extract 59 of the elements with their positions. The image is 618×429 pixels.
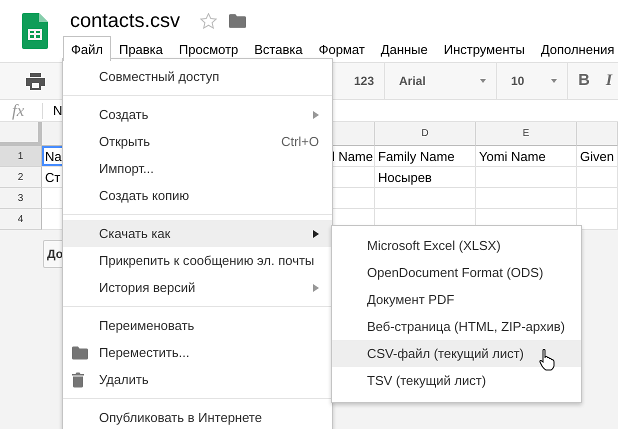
row-header[interactable]: 3 xyxy=(0,188,42,209)
pointer-cursor-icon xyxy=(539,349,555,371)
menu-item[interactable]: TSV (текущий лист) xyxy=(332,367,581,394)
table-cell: Given xyxy=(577,146,618,167)
menu-bar-item[interactable]: Вставка xyxy=(246,36,311,61)
menu-item[interactable]: CSV-файл (текущий лист) xyxy=(332,340,581,367)
number-format-dropdown[interactable]: 123 xyxy=(340,68,384,94)
table-cell xyxy=(577,188,618,209)
column-header[interactable] xyxy=(332,122,375,146)
menu-item[interactable]: Microsoft Excel (XLSX) xyxy=(332,232,581,259)
menu-item[interactable]: Открыть Ctrl+O xyxy=(63,128,332,155)
font-dropdown[interactable]: Arial xyxy=(385,68,496,94)
menu-item[interactable]: Совместный доступ xyxy=(63,63,332,90)
menu-item[interactable]: OpenDocument Format (ODS) xyxy=(332,259,581,286)
spreadsheet-logo-icon[interactable] xyxy=(22,13,48,49)
folder-icon xyxy=(72,346,88,359)
menu-bar-item[interactable]: Данные xyxy=(372,36,436,61)
menu-bar-item[interactable]: Инструменты xyxy=(436,36,533,61)
menu-item[interactable]: Скачать как xyxy=(63,220,332,247)
menu-item[interactable]: Переместить... xyxy=(63,339,332,366)
menu-bar-item[interactable]: Дополнения xyxy=(532,36,618,61)
trash-icon xyxy=(72,372,84,387)
row-header[interactable]: 4 xyxy=(0,209,42,230)
table-cell: Yomi Name xyxy=(476,146,577,167)
row-header[interactable]: 2 xyxy=(0,167,42,188)
shortcut-label: Ctrl+O xyxy=(281,134,319,149)
menu-item[interactable]: Удалить xyxy=(63,366,332,393)
formula-label: fx xyxy=(0,102,43,118)
formula-field[interactable]: N xyxy=(43,103,62,118)
column-header[interactable] xyxy=(577,122,618,146)
font-size-dropdown[interactable]: 10 xyxy=(497,68,567,94)
bold-button[interactable]: B xyxy=(568,72,600,90)
menu-bar-item[interactable]: Файл xyxy=(63,36,111,61)
caret-icon xyxy=(551,79,557,83)
row-header[interactable]: 1 xyxy=(0,146,42,167)
menu-item[interactable]: Создать копию xyxy=(63,182,332,209)
document-title[interactable]: contacts.csv xyxy=(70,10,180,32)
italic-button[interactable]: I xyxy=(600,72,618,90)
menu-item[interactable]: Веб-страница (HTML, ZIP-архив) xyxy=(332,313,581,340)
menu-bar-item[interactable]: Формат xyxy=(310,36,373,61)
menu-bar-item[interactable]: Просмотр xyxy=(170,36,246,61)
star-icon[interactable] xyxy=(200,13,218,29)
menu-bar-item[interactable]: Правка xyxy=(110,36,171,61)
menu-item[interactable]: Создать xyxy=(63,101,332,128)
print-icon[interactable] xyxy=(26,72,45,90)
menu-item[interactable]: Документ PDF xyxy=(332,286,581,313)
menu-item[interactable]: Опубликовать в Интернете xyxy=(63,404,332,429)
table-cell xyxy=(577,167,618,188)
menu-item[interactable]: История версий xyxy=(63,274,332,301)
table-cell: Носырев xyxy=(375,167,476,188)
column-header[interactable]: E xyxy=(476,122,577,146)
folder-icon[interactable] xyxy=(229,14,246,28)
caret-icon xyxy=(480,79,486,83)
menu-item[interactable]: Прикрепить к сообщению эл. почты xyxy=(63,247,332,274)
menu-item[interactable]: Импорт... xyxy=(63,155,332,182)
column-header[interactable]: D xyxy=(375,122,476,146)
select-all-corner[interactable] xyxy=(0,122,42,146)
menu-item[interactable]: Переименовать xyxy=(63,312,332,339)
table-cell: Family Name xyxy=(375,146,476,167)
